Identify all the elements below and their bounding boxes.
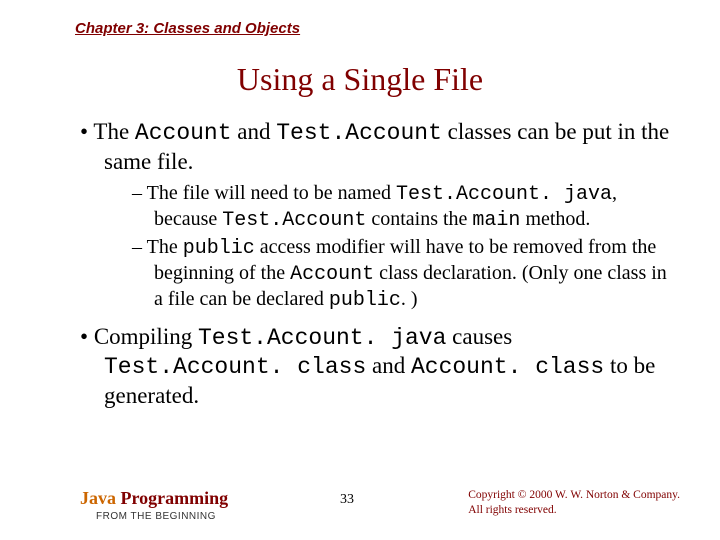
text: and: [232, 119, 277, 144]
copyright-line1: Copyright © 2000 W. W. Norton & Company.: [468, 488, 680, 503]
code: Test.Account. class: [104, 354, 366, 380]
text: . ): [401, 288, 418, 310]
book-branding: Java Programming FROM THE BEGINNING: [80, 488, 228, 522]
code: Test.Account. java: [198, 325, 446, 351]
code: Account. class: [411, 354, 604, 380]
copyright-line2: All rights reserved.: [468, 503, 680, 518]
text: causes: [446, 324, 512, 349]
bullet-item-1: The Account and Test.Account classes can…: [80, 118, 670, 313]
copyright: Copyright © 2000 W. W. Norton & Company.…: [468, 488, 680, 518]
text: Compiling: [94, 324, 198, 349]
bullet-list: The Account and Test.Account classes can…: [80, 118, 670, 411]
sub-item-1: The file will need to be named Test.Acco…: [132, 181, 670, 233]
code: Test.Account: [276, 120, 442, 146]
book-subtitle: FROM THE BEGINNING: [96, 511, 228, 522]
slide: Chapter 3: Classes and Objects Using a S…: [0, 0, 720, 540]
code: Account: [135, 120, 232, 146]
code: public: [329, 289, 401, 312]
text: and: [366, 353, 411, 378]
code: Test.Account. java: [396, 183, 612, 206]
chapter-heading: Chapter 3: Classes and Objects: [75, 20, 670, 37]
code: Account: [290, 263, 374, 286]
code: Test.Account: [222, 209, 366, 232]
book-title-word1: Java: [80, 488, 116, 508]
sub-list: The file will need to be named Test.Acco…: [104, 181, 670, 313]
slide-title: Using a Single File: [50, 61, 670, 98]
code: public: [183, 237, 255, 260]
book-title: Java Programming: [80, 488, 228, 509]
sub-item-2: The public access modifier will have to …: [132, 235, 670, 313]
book-title-word2: Programming: [116, 488, 228, 508]
text: The file will need to be named: [147, 182, 396, 204]
text: The: [147, 236, 183, 258]
text: method.: [520, 208, 590, 230]
text: The: [93, 119, 135, 144]
code: main: [472, 209, 520, 232]
page-number: 33: [340, 492, 354, 508]
bullet-item-2: Compiling Test.Account. java causes Test…: [80, 323, 670, 411]
text: contains the: [366, 208, 472, 230]
